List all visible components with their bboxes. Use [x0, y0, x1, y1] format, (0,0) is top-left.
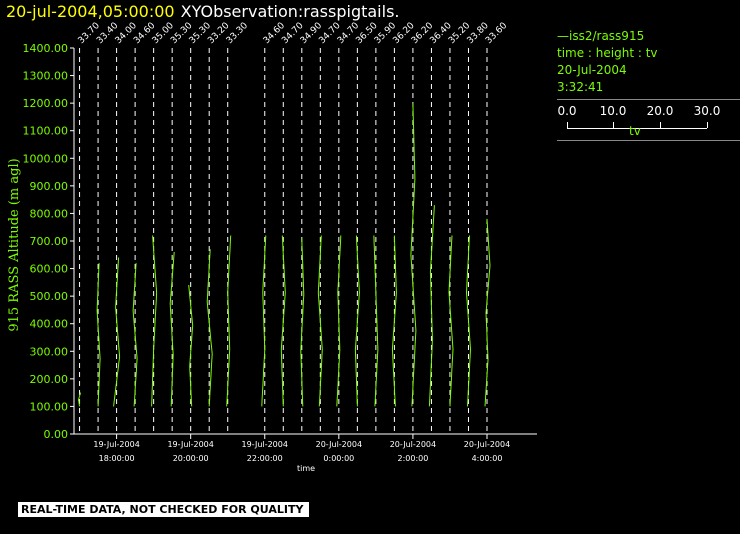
x-tick-date-label: 20-Jul-2004	[464, 440, 510, 449]
scale-tick-30: 30.0	[693, 104, 721, 118]
x-axis-label: time	[297, 464, 315, 473]
y-tick-label: 100.00	[30, 400, 69, 413]
x-tick-date-label: 19-Jul-2004	[93, 440, 139, 449]
scale-tick-20: 20.0	[646, 104, 674, 118]
scale-tick-10: 10.0	[599, 104, 627, 118]
y-axis: 0.00 100.00 200.00 300.00 400.00 500.00 600.00…	[23, 42, 75, 441]
profile-traces: 33.7033.4034.0034.6035.0035.3035.3033.20…	[77, 21, 510, 434]
y-tick-label: 800.00	[30, 207, 69, 220]
x-axis: 19-Jul-2004 18:00:00 19-Jul-2004 20:00:00 19…	[74, 433, 537, 463]
scale-tickmark	[660, 122, 661, 128]
y-tick-label: 1400.00	[23, 42, 69, 55]
profile-trace	[317, 235, 323, 407]
x-tick-date-label: 20-Jul-2004	[316, 440, 362, 449]
y-axis-label: 915 RASS Altitude (m agl)	[7, 158, 22, 331]
profile-trace	[132, 263, 138, 407]
scale-tickmark	[707, 122, 708, 128]
x-tick-date-label: 19-Jul-2004	[242, 440, 288, 449]
y-tick-label: 200.00	[30, 373, 69, 386]
profile-trace	[354, 235, 360, 407]
profile-trace	[96, 263, 101, 407]
legend-line1: time : height : tv	[557, 46, 658, 60]
legend-series-label: iss2/rass915	[569, 29, 645, 43]
x-tick-time-label: 22:00:00	[247, 454, 283, 463]
x-tick-time-label: 20:00:00	[173, 454, 209, 463]
scale-label: tv	[629, 124, 641, 138]
y-tick-label: 900.00	[30, 180, 69, 193]
profile-tv-label: 33.60	[484, 21, 509, 46]
profile-tv-label: 33.30	[225, 21, 250, 46]
profile-trace	[336, 235, 342, 407]
profile-trace	[280, 235, 286, 407]
y-tick-label: 400.00	[30, 318, 69, 331]
scale-tickmark	[567, 122, 568, 128]
x-tick-date-label: 19-Jul-2004	[167, 440, 213, 449]
x-tick-time-label: 4:00:00	[472, 454, 503, 463]
y-tick-label: 0.00	[44, 428, 69, 441]
legend-divider-top	[557, 99, 740, 100]
y-tick-label: 500.00	[30, 290, 69, 303]
quality-warning: REAL-TIME DATA, NOT CHECKED FOR QUALITY	[18, 502, 310, 517]
profile-trace	[169, 251, 175, 407]
y-tick-label: 700.00	[30, 235, 69, 248]
y-tick-label: 300.00	[30, 345, 69, 358]
x-tick-time-label: 2:00:00	[397, 454, 428, 463]
y-tick-label: 600.00	[30, 263, 69, 276]
legend-panel: —iss2/rass915 time : height : tv 20-Jul-…	[557, 28, 740, 141]
x-tick-date-label: 20-Jul-2004	[390, 440, 436, 449]
scale-tickmark	[613, 122, 614, 128]
y-tick-label: 1200.00	[23, 97, 69, 110]
x-tick-time-label: 18:00:00	[99, 454, 135, 463]
y-tick-label: 1300.00	[23, 70, 69, 83]
legend-time: 3:32:41	[557, 80, 604, 94]
profile-trace	[465, 235, 472, 407]
profile-trace	[300, 238, 305, 407]
x-tick-time-label: 0:00:00	[323, 454, 354, 463]
legend-scale: 0.0 10.0 20.0 30.0 tv	[557, 102, 740, 138]
profile-trace	[391, 235, 397, 407]
profile-trace	[206, 249, 213, 407]
legend-date: 20-Jul-2004	[557, 63, 627, 77]
legend-series: —iss2/rass915	[557, 29, 645, 43]
y-tick-label: 1000.00	[23, 152, 69, 165]
y-tick-label: 1100.00	[23, 125, 69, 138]
profile-trace	[484, 218, 491, 407]
legend-divider-bottom	[557, 140, 740, 141]
scale-tick-0: 0.0	[557, 104, 577, 118]
